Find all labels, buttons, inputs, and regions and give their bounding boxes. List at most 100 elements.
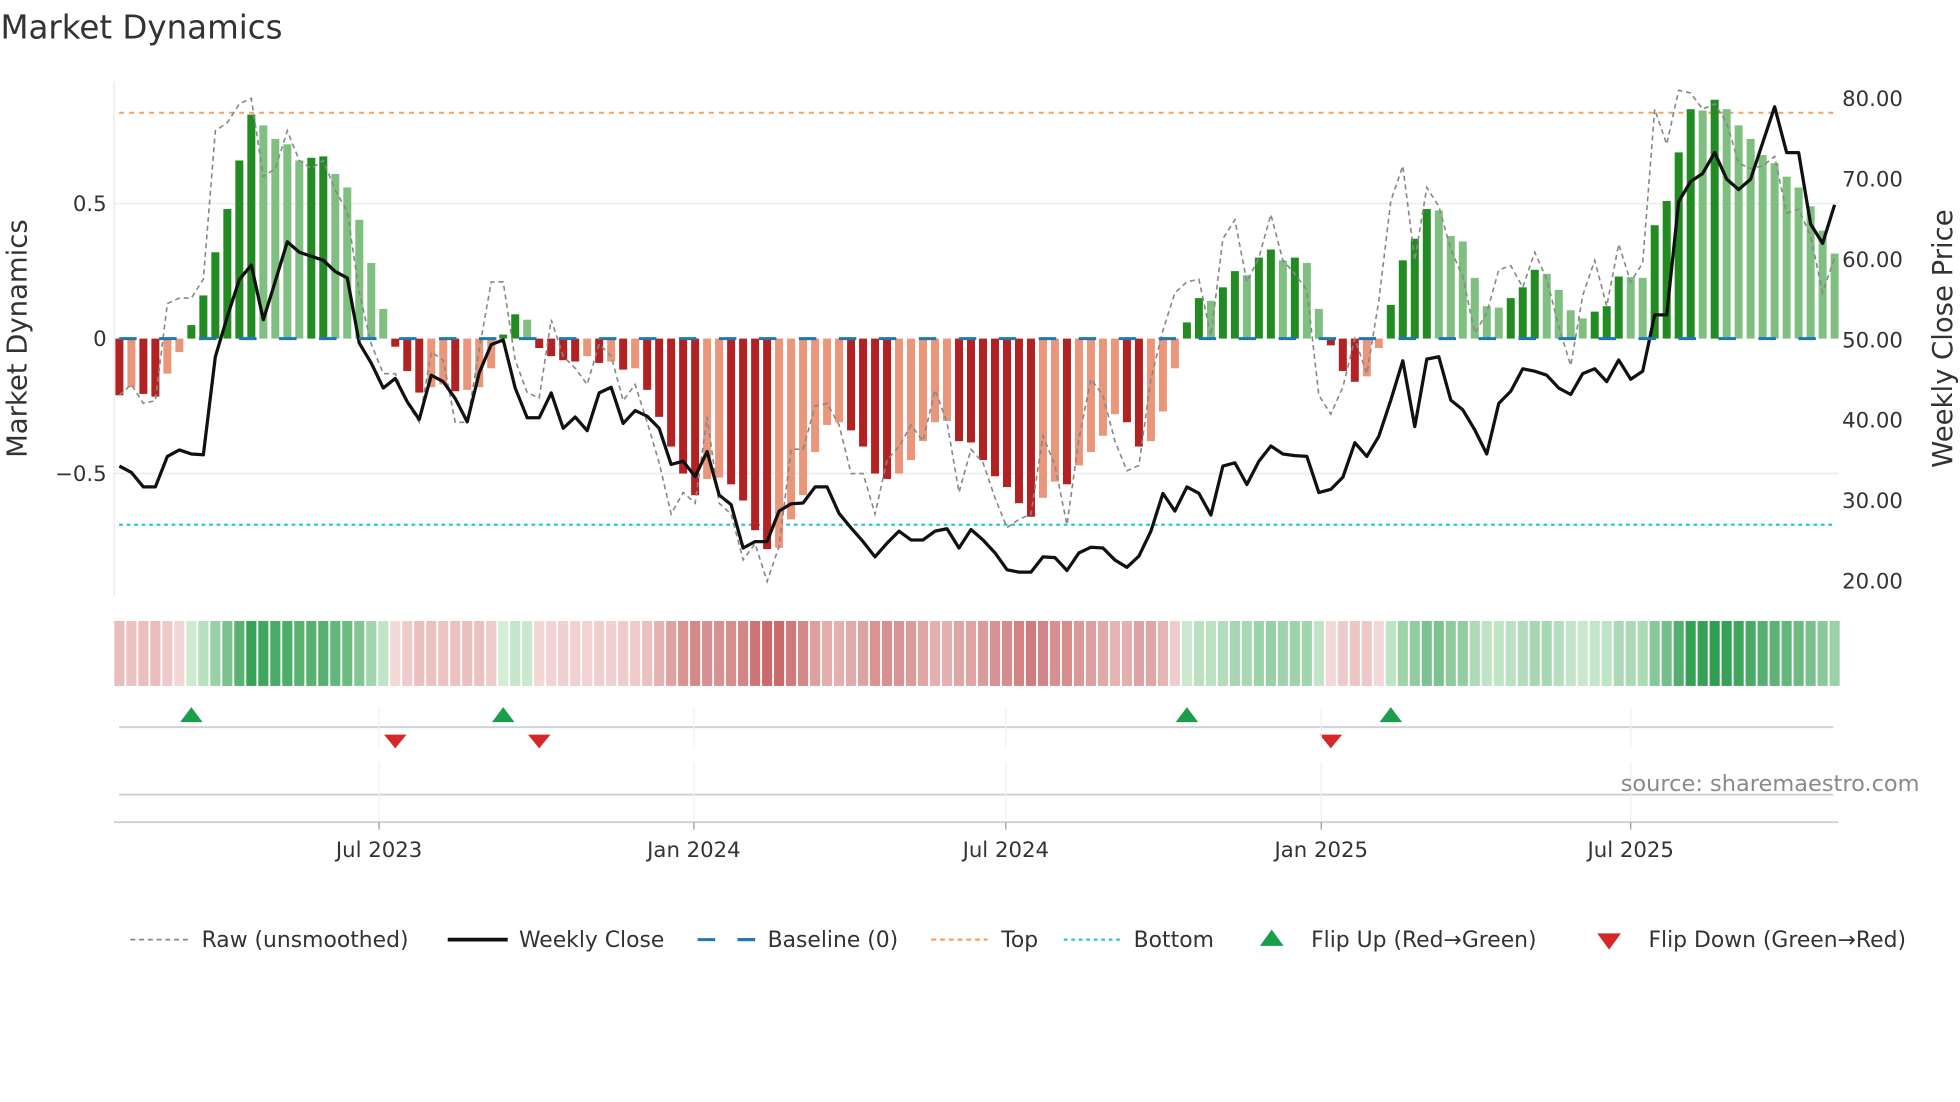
triangle-up-icon	[1259, 929, 1284, 946]
flip-up-marker	[1379, 707, 1403, 723]
heatmap-cell	[1613, 620, 1624, 686]
momentum-bar	[1698, 110, 1707, 339]
x-axis-ticks: Jul 2023 Jan 2024 Jul 2024 Jan 2025 Jul 2025	[334, 708, 1674, 863]
momentum-bar	[1566, 310, 1575, 339]
momentum-bar	[1338, 338, 1347, 371]
legend-item-weekly-close: Weekly Close	[447, 928, 664, 953]
heatmap-cell	[1373, 620, 1384, 686]
heatmap-cell	[798, 620, 809, 686]
weekly-close-line	[118, 105, 1837, 574]
momentum-bar	[463, 338, 472, 390]
lower-panel	[114, 793, 1839, 824]
momentum-bar	[307, 157, 316, 339]
heatmap-cell	[138, 620, 149, 686]
heatmap-cell	[306, 620, 317, 686]
flip-down-marker	[384, 734, 407, 749]
heatmap-cell	[1577, 620, 1588, 686]
legend-flip-up-label: Flip Up (Red→Green)	[1311, 928, 1536, 953]
heatmap-cell	[1241, 620, 1252, 686]
heatmap-cell	[186, 620, 197, 686]
heatmap-cell	[114, 620, 125, 686]
momentum-bar	[247, 114, 256, 339]
heatmap-cell	[1565, 620, 1576, 686]
heatmap-cell	[1145, 620, 1156, 686]
heatmap-cell	[1733, 620, 1744, 686]
heatmap-cell	[582, 620, 593, 686]
legend-baseline-label: Baseline (0)	[768, 928, 899, 953]
legend-top-label: Top	[1000, 928, 1038, 953]
heatmap-cell	[234, 620, 245, 686]
heatmap-cell	[1685, 620, 1696, 686]
momentum-bar	[1002, 338, 1011, 488]
heatmap-cell	[378, 620, 389, 686]
heatmap-cell	[222, 620, 233, 686]
heatmap-cell	[678, 620, 689, 686]
momentum-bar	[1734, 125, 1743, 339]
heatmap-cell	[1625, 620, 1636, 686]
x-tick-label: Jul 2023	[334, 838, 422, 863]
heatmap-cell	[618, 620, 629, 686]
momentum-bar	[1146, 338, 1155, 442]
heatmap-cell	[162, 620, 173, 686]
heatmap-cell	[1589, 620, 1600, 686]
momentum-bar	[1410, 238, 1419, 339]
heatmap-cell	[1217, 620, 1228, 686]
momentum-bar	[1458, 241, 1467, 339]
momentum-bar	[1770, 163, 1779, 339]
momentum-bar	[1014, 338, 1023, 504]
momentum-bar	[1626, 277, 1635, 339]
heatmap-cell	[594, 620, 605, 686]
momentum-bar	[571, 338, 580, 362]
heatmap-cell	[1109, 620, 1120, 686]
momentum-bar	[199, 295, 208, 339]
momentum-bar	[943, 338, 952, 421]
heatmap-cell	[1481, 620, 1492, 686]
momentum-bar	[1218, 287, 1227, 339]
momentum-bar	[367, 263, 376, 339]
momentum-bar	[1230, 271, 1239, 339]
momentum-bar	[319, 156, 328, 339]
momentum-bar	[403, 338, 412, 371]
momentum-bar	[1386, 304, 1395, 339]
x-tick-label: Jul 2025	[1585, 838, 1673, 863]
heatmap-cell	[642, 620, 653, 686]
y2-tick-label: 70.00	[1842, 168, 1903, 193]
x-tick-label: Jan 2025	[1272, 838, 1368, 863]
momentum-bar	[907, 338, 916, 461]
heatmap-cell	[1181, 620, 1192, 686]
momentum-bar	[1038, 338, 1047, 498]
heatmap-cell	[1073, 620, 1085, 686]
momentum-bar	[679, 338, 688, 474]
y2-tick-label: 60.00	[1842, 248, 1903, 273]
x-tick-label: Jul 2024	[961, 838, 1049, 863]
heatmap-cell	[1517, 620, 1528, 686]
momentum-bar	[391, 338, 400, 347]
momentum-bar	[667, 338, 676, 447]
momentum-bar	[127, 338, 136, 388]
heatmap-cell	[857, 620, 869, 686]
momentum-bar	[1302, 263, 1311, 339]
flip-up-marker	[491, 707, 515, 723]
flip-up-marker	[180, 707, 203, 723]
triangle-down-icon	[1597, 933, 1621, 950]
heatmap-cell	[486, 620, 497, 686]
momentum-bar	[595, 338, 604, 363]
momentum-bar	[1686, 109, 1695, 339]
heatmap-cell	[1637, 620, 1648, 686]
momentum-bar	[1710, 99, 1719, 339]
right-axis-title: Weekly Close Price	[1927, 209, 1959, 467]
heatmap-cell	[1649, 620, 1660, 686]
momentum-bar	[739, 338, 748, 501]
heatmap-cell	[1313, 620, 1324, 686]
heatmap-cell	[510, 620, 521, 686]
heatmap-cell	[1421, 620, 1432, 686]
heatmap-cell	[1385, 620, 1396, 686]
momentum-bar	[1422, 209, 1431, 339]
momentum-bar	[715, 338, 724, 478]
heatmap-cell	[1349, 620, 1360, 686]
heatmap-cell	[342, 620, 353, 686]
momentum-bar	[619, 338, 628, 370]
momentum-bar	[511, 314, 520, 339]
x-tick-label: Jan 2024	[645, 838, 741, 863]
heatmap-cell	[414, 620, 425, 686]
